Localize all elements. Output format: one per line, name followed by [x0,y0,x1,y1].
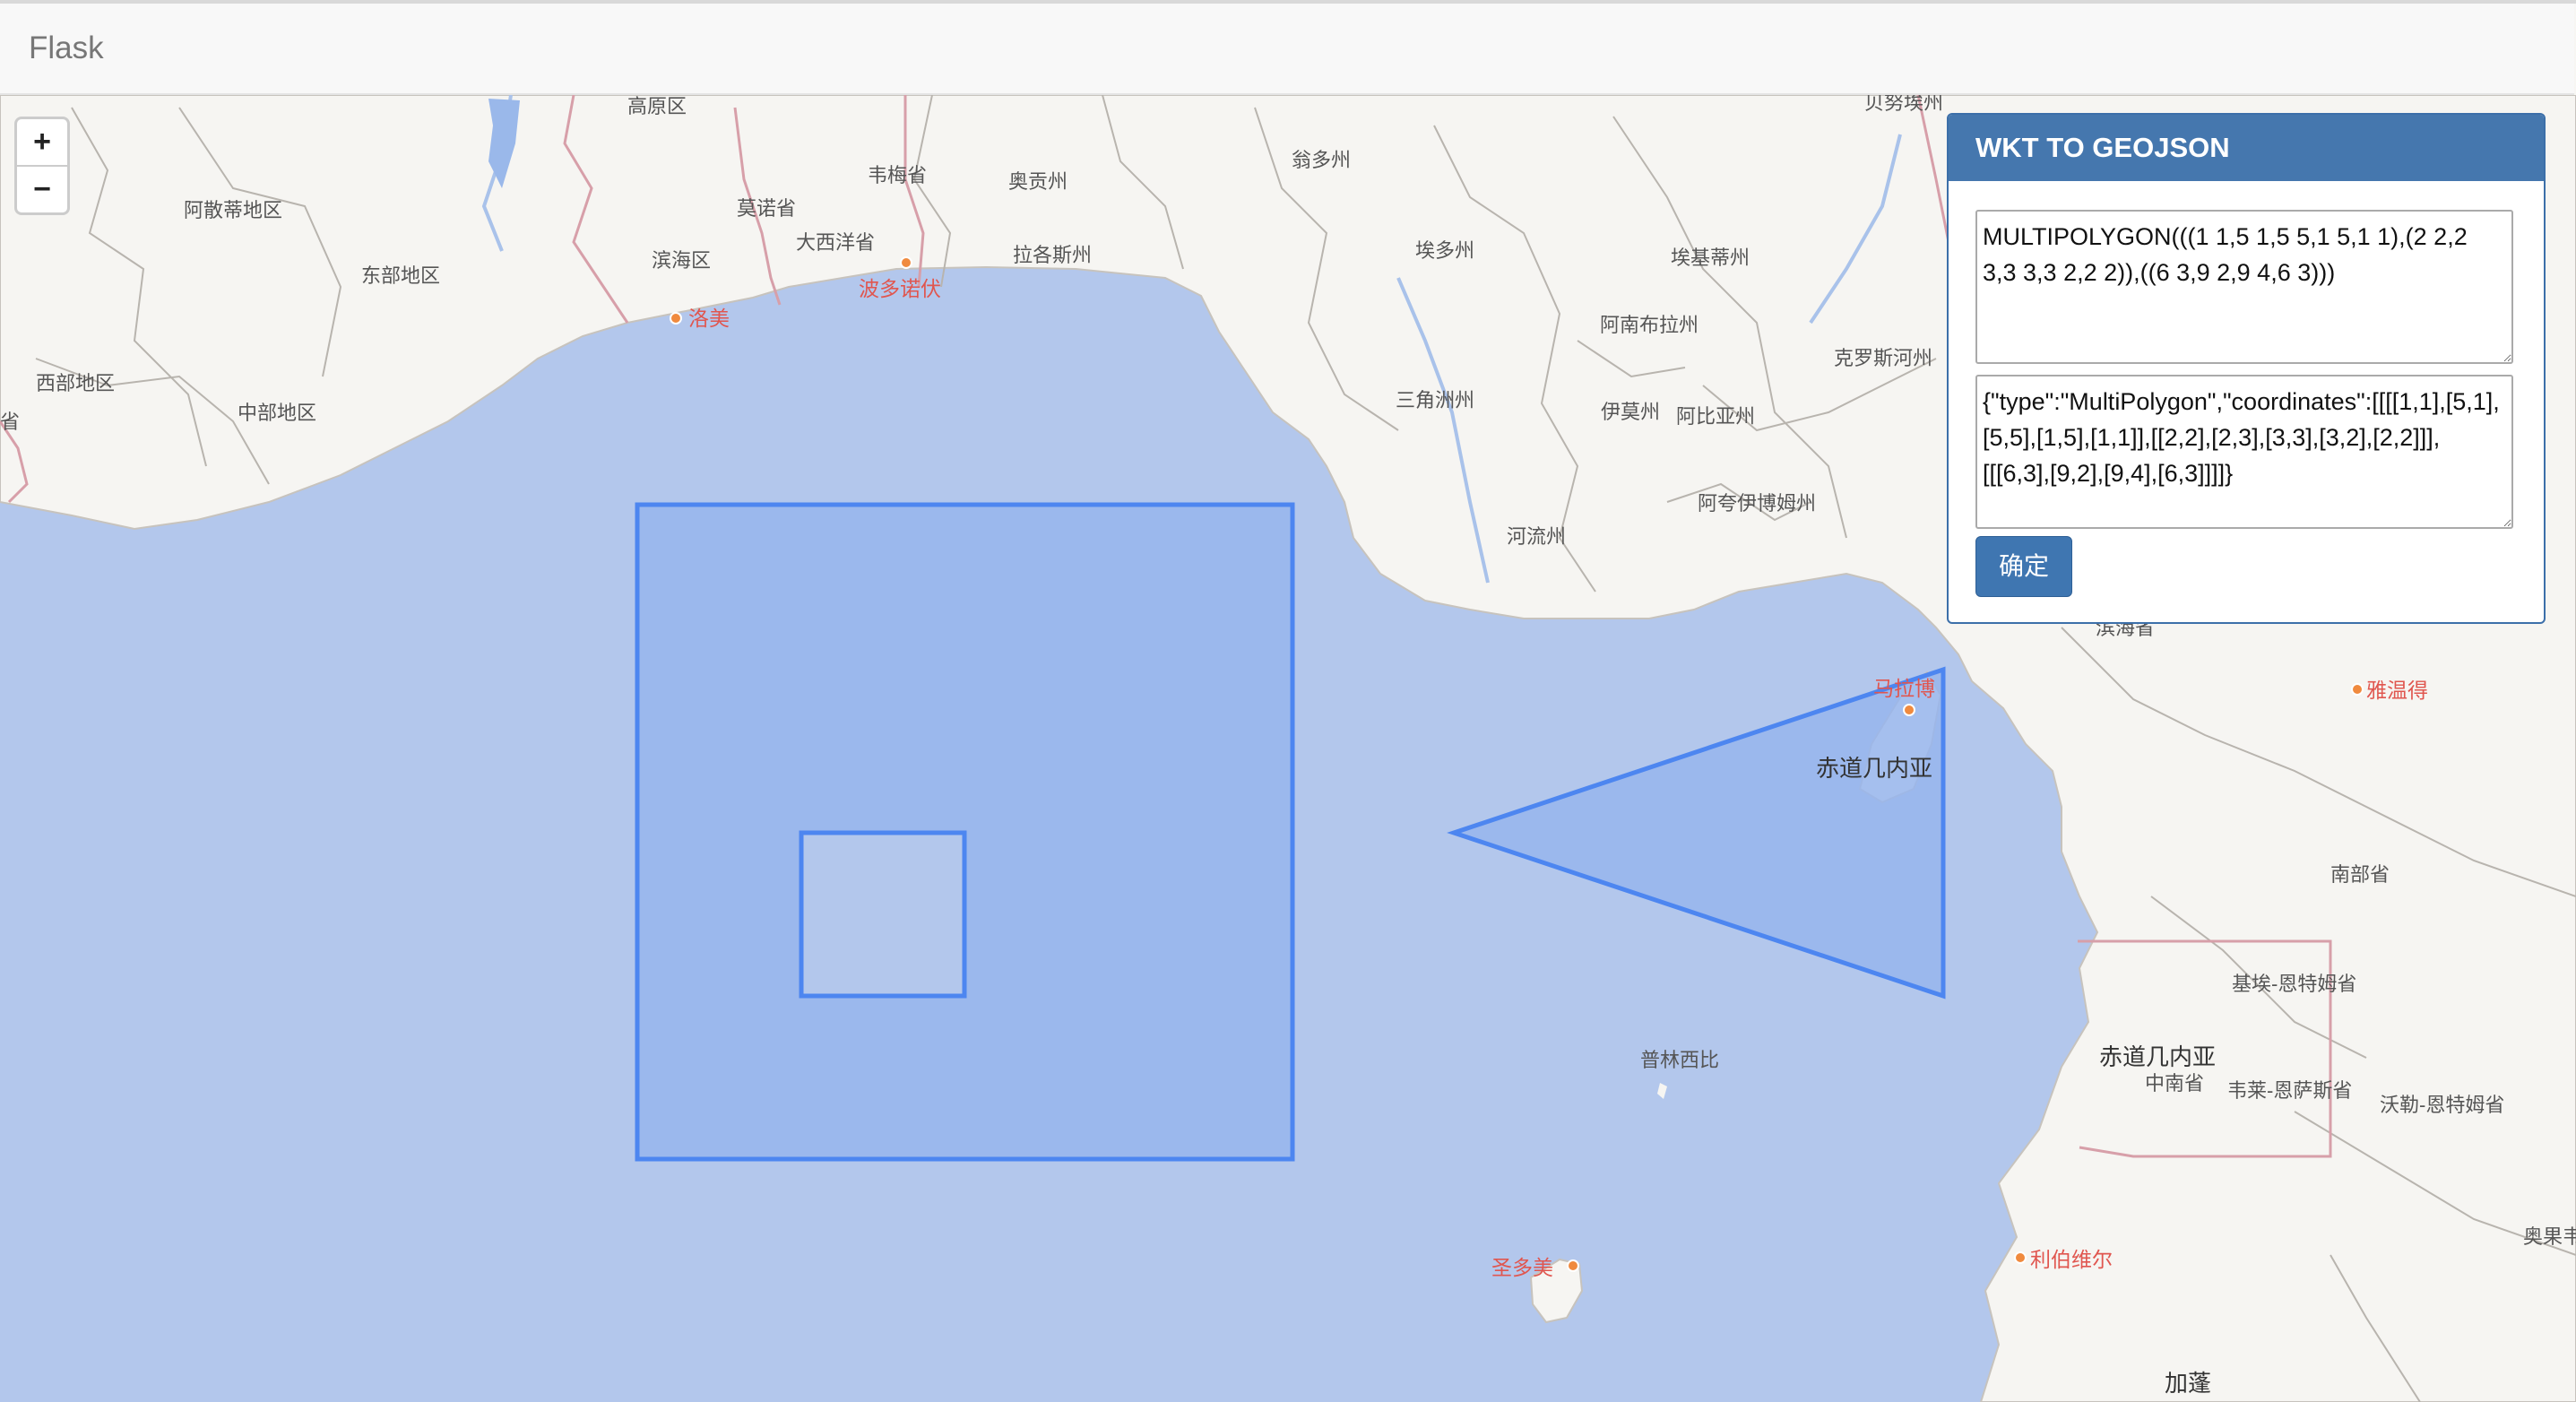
zoom-in-button[interactable]: + [17,119,67,167]
label-gabon: 加蓬 [2165,1370,2211,1397]
label-wolei: 沃勒-恩特姆省 [2380,1094,2504,1116]
label-weimei: 韦梅省 [868,164,927,186]
label-sanjiaozhou: 三角洲州 [1396,389,1474,411]
label-kros: 克罗斯河州 [1834,347,1932,369]
label-aoyan: 奥贡州 [1008,170,1068,193]
panel-title: WKT TO GEOJSON [1949,115,2544,181]
geojson-output[interactable]: {"type":"MultiPolygon","coordinates":[[[… [1975,375,2513,529]
confirm-button[interactable]: 确定 [1975,536,2072,597]
label-portonovo: 波多诺伏 [859,277,941,300]
label-eqguinea: 赤道几内亚 [1816,755,1932,782]
label-aikitiki: 埃基蒂州 [1671,247,1750,269]
label-heliu: 河流州 [1507,525,1566,548]
label-lome: 洛美 [688,307,730,330]
label-ahanfo: 阿散蒂地区 [184,199,282,221]
label-principe: 普林西比 [1640,1049,1719,1071]
label-monuo: 莫诺省 [737,197,796,220]
label-malabo: 马拉博 [1873,677,1935,700]
label-gaoyuan: 高原区 [627,95,687,117]
label-saotome: 圣多美 [1491,1256,1553,1279]
label-dongbu: 东部地区 [361,264,440,287]
navbar-brand[interactable]: Flask [29,30,104,66]
label-beiwei: 贝努埃州 [1864,95,1943,114]
label-weilai: 韦莱-恩萨斯省 [2227,1079,2352,1102]
label-xibu: 西部地区 [36,372,115,394]
label-zhongnan: 中南省 [2145,1072,2204,1095]
label-yaounde: 雅温得 [2366,679,2428,702]
label-lagos: 拉各斯州 [1013,244,1092,266]
wkt-panel: WKT TO GEOJSON MULTIPOLYGON(((1 1,5 1,5 … [1947,113,2546,624]
navbar: Flask [0,4,2574,95]
label-nanbu: 南部省 [2330,863,2390,886]
label-aiji: 埃多州 [1415,239,1474,262]
label-yimo: 伊莫州 [1601,401,1660,423]
label-binhai: 滨海区 [652,249,711,272]
label-abiya: 阿比亚州 [1676,405,1755,428]
label-eqguinea2: 赤道几内亚 [2099,1043,2216,1070]
wkt-input[interactable]: MULTIPOLYGON(((1 1,5 1,5 5,1 5,1 1),(2 2… [1975,210,2513,364]
label-aoguyi: 奥果韦-伊温 [2523,1225,2576,1248]
label-sheng: 省 [0,411,20,433]
label-jiyue: 基埃-恩特姆省 [2232,973,2356,995]
label-daxiyang: 大西洋省 [796,231,875,254]
label-akwa: 阿夸伊博姆州 [1698,492,1816,515]
zoom-out-button[interactable]: − [17,167,67,212]
label-wengduo: 翁多州 [1292,149,1351,171]
zoom-control: + − [14,117,70,215]
label-libreville: 利伯维尔 [2030,1248,2113,1271]
label-anambra: 阿南布拉州 [1600,314,1699,336]
label-zhongbu: 中部地区 [238,402,316,424]
